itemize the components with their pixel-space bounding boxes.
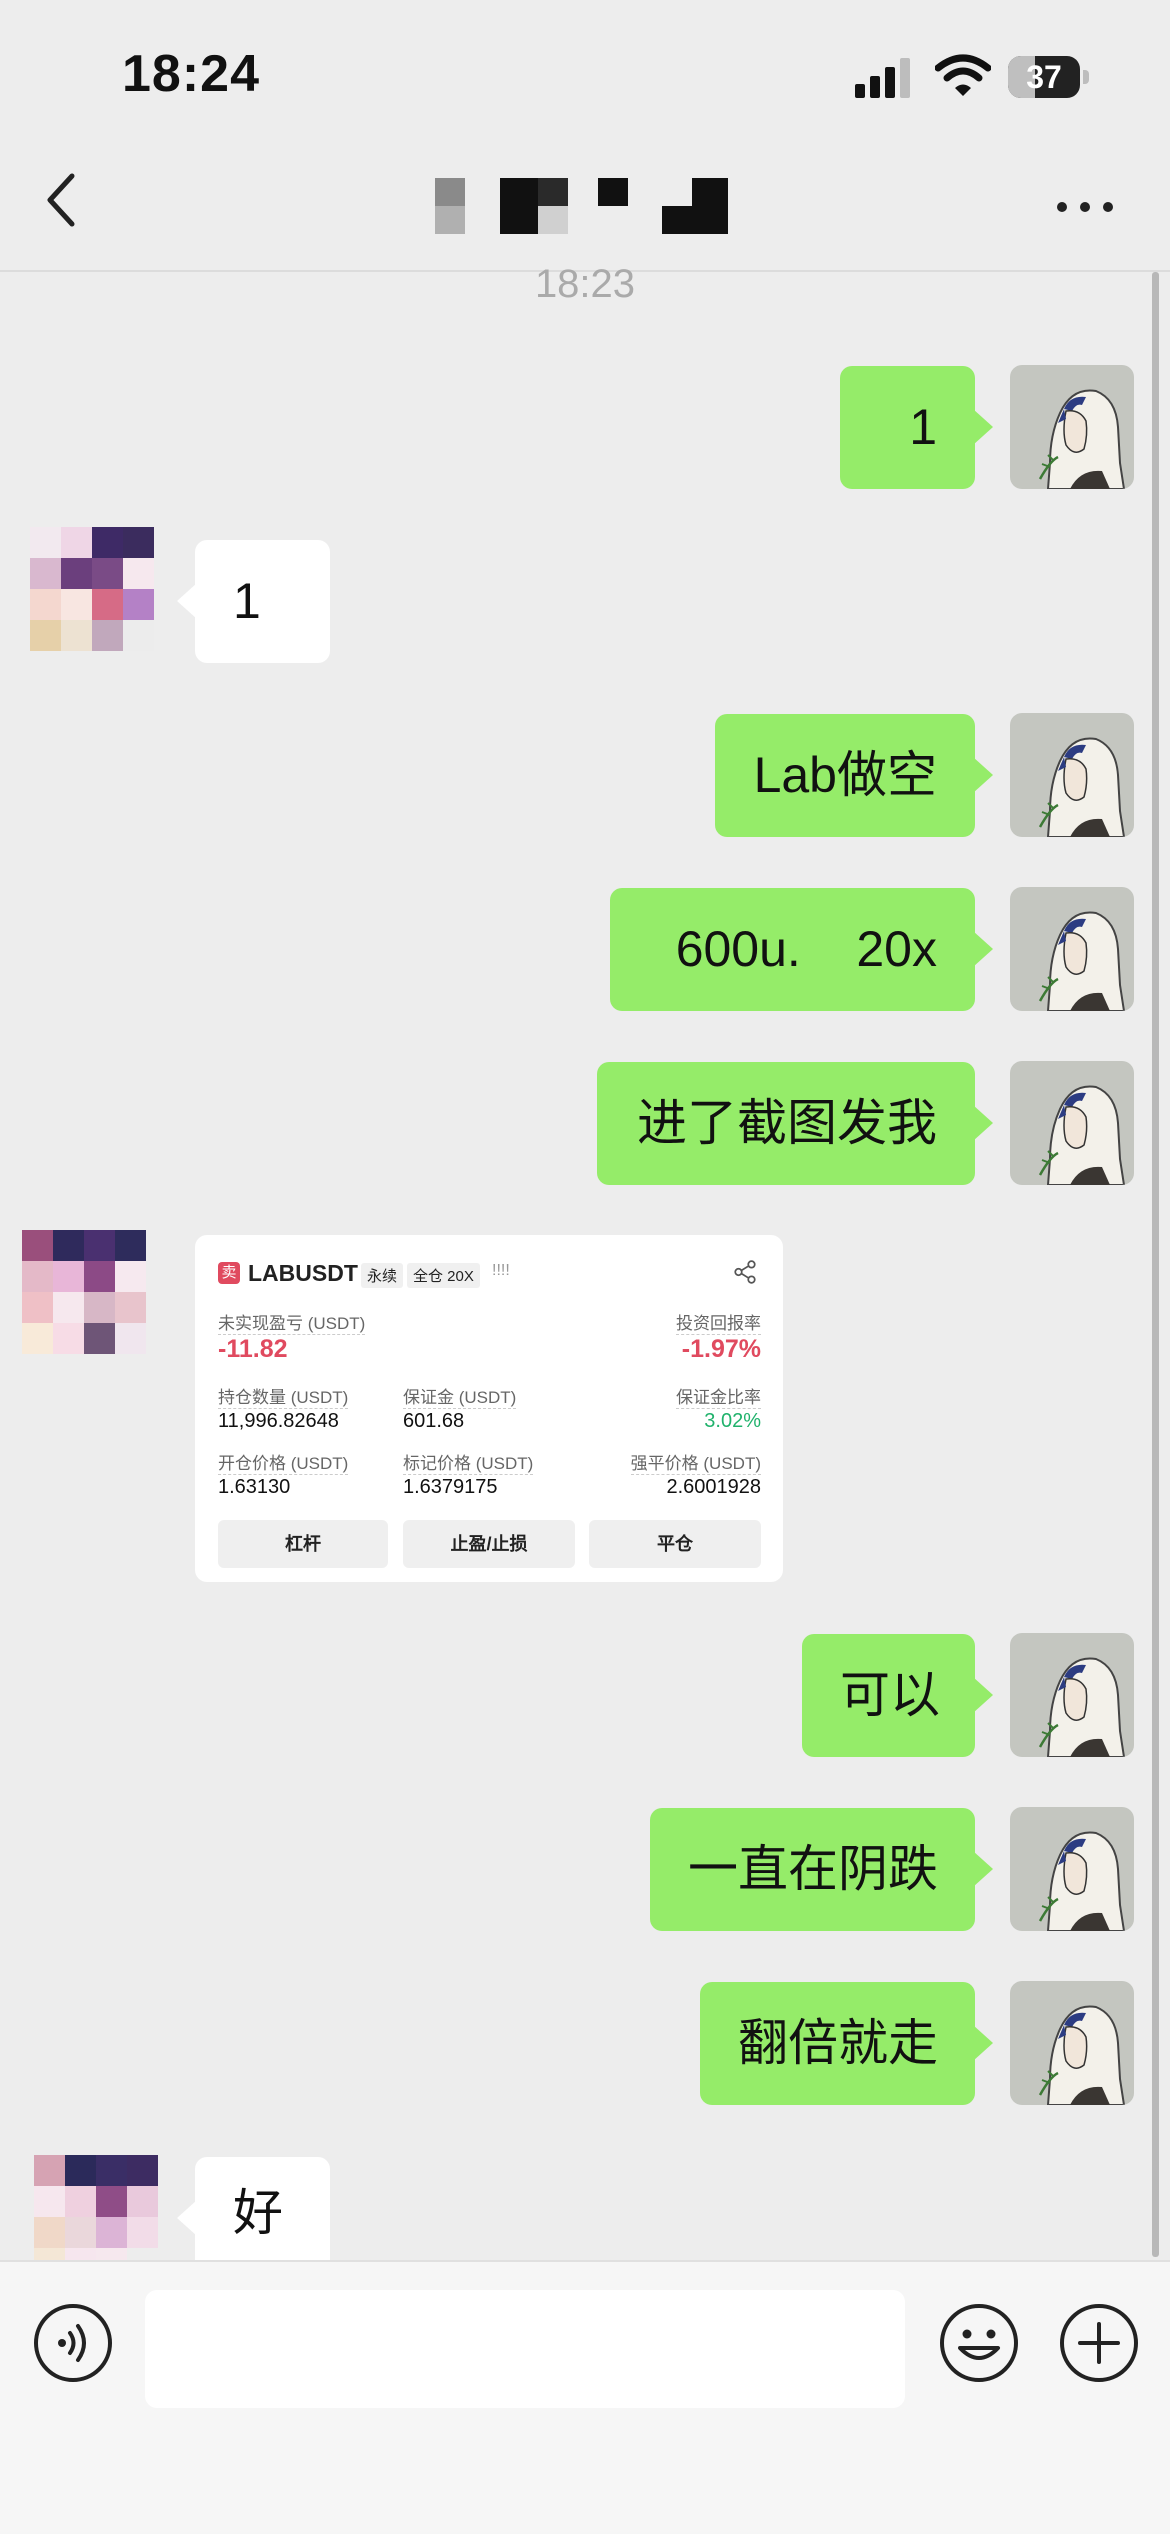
sent-message-bubble[interactable]: 进了截图发我 [597, 1062, 993, 1185]
position-size-value: 11,996.82648 [218, 1410, 339, 1432]
my-avatar[interactable] [1010, 1981, 1134, 2105]
cellular-signal-icon [855, 58, 910, 98]
sell-badge: 卖 [218, 1262, 240, 1284]
emoji-icon[interactable] [938, 2302, 1020, 2384]
tp-sl-button: 止盈/止损 [403, 1520, 575, 1568]
my-avatar[interactable] [1010, 887, 1134, 1011]
my-avatar[interactable] [1010, 713, 1134, 837]
margin-label: 保证金 (USDT) [403, 1383, 517, 1409]
my-avatar[interactable] [1010, 1633, 1134, 1757]
message-text-input[interactable] [145, 2290, 905, 2408]
unrealized-pnl-value: -11.82 [218, 1335, 288, 1363]
sent-message-bubble[interactable]: 1 [840, 366, 993, 489]
contact-avatar[interactable] [22, 1230, 146, 1354]
mark-price-value: 1.6379175 [403, 1476, 498, 1498]
status-bar: 18:24 37 [0, 0, 1170, 140]
message-input-bar [0, 2260, 1170, 2534]
contact-avatar[interactable] [30, 527, 154, 651]
contract-tag: 永续 [361, 1263, 404, 1288]
position-size-label: 持仓数量 (USDT) [218, 1383, 349, 1409]
entry-price-label: 开仓价格 (USDT) [218, 1449, 349, 1475]
received-message-bubble[interactable]: 好 [177, 2157, 330, 2260]
roi-label: 投资回报率 [676, 1309, 761, 1335]
sent-message-bubble[interactable]: 一直在阴跌 [650, 1808, 993, 1931]
margin-value: 601.68 [403, 1410, 465, 1432]
margin-ratio-label: 保证金比率 [676, 1383, 761, 1409]
liquidation-price-value: 2.6001928 [666, 1476, 761, 1498]
chat-timestamp: 18:23 [534, 262, 636, 306]
battery-percentage: 37 [1026, 59, 1062, 95]
sent-message-bubble[interactable]: Lab做空 [715, 714, 993, 837]
battery-indicator: 37 [1008, 56, 1089, 98]
my-avatar[interactable] [1010, 1061, 1134, 1185]
close-position-button: 平仓 [589, 1520, 761, 1568]
my-avatar[interactable] [1010, 1807, 1134, 1931]
my-avatar[interactable] [1010, 365, 1134, 489]
received-message-bubble[interactable]: 1 [177, 540, 330, 663]
symbol-label: LABUSDT [248, 1260, 358, 1286]
mark-price-label: 标记价格 (USDT) [403, 1449, 534, 1475]
voice-input-icon[interactable] [32, 2302, 114, 2384]
signal-bars: !!!! [492, 1262, 510, 1279]
sent-message-bubble[interactable]: 600u. 20x [610, 888, 993, 1011]
more-options-icon[interactable] [1055, 200, 1115, 214]
chat-title-redacted [435, 178, 728, 234]
add-more-icon[interactable] [1058, 2302, 1140, 2384]
margin-mode-tag: 全仓 20X [407, 1263, 480, 1288]
sent-message-bubble[interactable]: 可以 [802, 1634, 993, 1757]
liquidation-price-label: 强平价格 (USDT) [630, 1449, 761, 1475]
margin-ratio-value: 3.02% [704, 1410, 761, 1432]
roi-value: -1.97% [681, 1335, 761, 1363]
leverage-button: 杠杆 [218, 1520, 388, 1568]
chat-header [0, 140, 1170, 272]
sent-message-bubble[interactable]: 翻倍就走 [700, 1982, 993, 2105]
wifi-icon [935, 54, 991, 96]
status-time: 18:24 [122, 45, 260, 103]
unrealized-pnl-label: 未实现盈亏 (USDT) [218, 1309, 366, 1335]
entry-price-value: 1.63130 [218, 1476, 291, 1498]
back-arrow-icon[interactable] [40, 170, 80, 230]
position-screenshot-image[interactable]: 卖 LABUSDT 永续 全仓 20X !!!! 未实现盈亏 (USDT) -1… [195, 1235, 783, 1582]
share-icon [734, 1260, 756, 1284]
chat-scrollbar[interactable] [1152, 272, 1159, 2257]
